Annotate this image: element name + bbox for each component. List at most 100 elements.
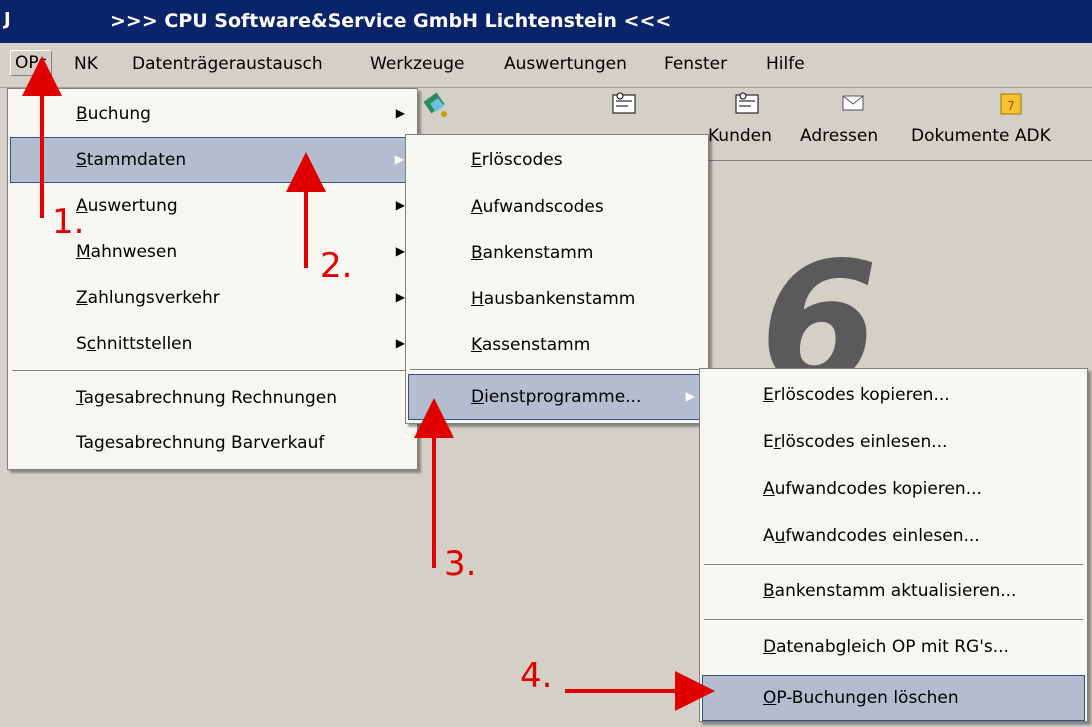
- menu-item-buchung[interactable]: Buchung ▶: [10, 92, 415, 136]
- menu-item-label: tammdaten: [86, 150, 187, 170]
- submenu-arrow-icon: ▶: [395, 244, 405, 258]
- annotation-step1: 1.: [52, 202, 85, 242]
- menu-auswertungen[interactable]: Auswertungen: [504, 54, 627, 74]
- app-icon: J: [4, 9, 11, 30]
- submenu-arrow-icon: ▶: [395, 290, 405, 304]
- svg-text:7: 7: [1007, 99, 1015, 113]
- title-bar: J >>> CPU Software&Service GmbH Lichtens…: [0, 0, 1092, 43]
- menu-item-label: A: [763, 526, 775, 546]
- accel-key: O: [763, 688, 777, 708]
- submenu-arrow-icon: ▶: [685, 389, 695, 403]
- envelope-icon: [800, 90, 878, 124]
- menu-fenster[interactable]: Fenster: [664, 54, 727, 74]
- menu-item-erloescodes[interactable]: Erlöscodes: [408, 138, 706, 182]
- menu-nk[interactable]: NK: [74, 54, 98, 74]
- menu-item-label: ufwandscodes: [482, 197, 604, 217]
- menu-separator: [410, 369, 704, 371]
- menu-item-label: ankenstamm aktualisieren...: [774, 581, 1017, 601]
- card-file-icon: [708, 90, 772, 124]
- menu-item-label: ankenstamm: [482, 243, 594, 263]
- menu-item-label: esabrechnung Barverkauf: [104, 433, 325, 453]
- menu-item-stammdaten[interactable]: Stammdaten ▶: [10, 137, 415, 183]
- window-title: >>> CPU Software&Service GmbH Lichtenste…: [110, 10, 672, 32]
- menu-item-aufwandcodes-einlesen[interactable]: Aufwandcodes einlesen...: [702, 514, 1085, 558]
- accel-key: u: [774, 526, 786, 546]
- menu-item-label: ahlungsverkehr: [87, 288, 220, 308]
- menu-item-label: rlöscodes kopieren...: [773, 385, 950, 405]
- stammdaten-submenu: Erlöscodes Aufwandscodes Bankenstamm Hau…: [405, 134, 709, 424]
- menu-item-label: ausbankenstamm: [483, 289, 636, 309]
- accel-key: E: [471, 150, 482, 170]
- accel-key: B: [471, 243, 483, 263]
- menu-item-label: S: [76, 334, 87, 354]
- accel-key: Z: [76, 288, 88, 308]
- menu-werkzeuge[interactable]: Werkzeuge: [370, 54, 465, 74]
- menu-item-bankenstamm[interactable]: Bankenstamm: [408, 231, 706, 275]
- menu-item-datenabgleich[interactable]: Datenabgleich OP mit RG's...: [702, 625, 1085, 669]
- accel-key: A: [471, 197, 483, 217]
- toolbar-button-puzzle[interactable]: [422, 90, 452, 126]
- notepad-icon: 7: [911, 90, 1051, 124]
- menu-item-erloescodes-einlesen[interactable]: Erlöscodes einlesen...: [702, 420, 1085, 464]
- accel-key: S: [76, 150, 87, 170]
- menu-item-hausbankenstamm[interactable]: Hausbankenstamm: [408, 277, 706, 321]
- menu-item-schnittstellen[interactable]: Schnittstellen ▶: [10, 322, 415, 366]
- toolbar-button-cards[interactable]: [610, 90, 640, 126]
- accel-key: M: [76, 242, 91, 262]
- menu-item-label: Ta: [76, 433, 94, 453]
- submenu-arrow-icon: ▶: [395, 198, 405, 212]
- accel-key: g: [94, 433, 105, 453]
- annotation-step3: 3.: [444, 544, 477, 584]
- menu-separator: [704, 619, 1083, 621]
- menu-item-kassenstamm[interactable]: Kassenstamm: [408, 323, 706, 367]
- menu-item-label: ienstprogramme...: [484, 387, 642, 407]
- menu-bar: OPs NK Datenträgeraustausch Werkzeuge Au…: [0, 43, 1092, 88]
- menu-item-op-buchungen-loeschen[interactable]: OP-Buchungen löschen: [702, 675, 1085, 721]
- menu-item-label: uchung: [87, 104, 151, 124]
- toolbar-button-label: Dokumente ADK: [911, 126, 1051, 146]
- toolbar-button-dokumente-adk[interactable]: 7 Dokumente ADK: [911, 90, 1051, 146]
- accel-key: H: [471, 289, 484, 309]
- menu-item-aufwandcodes-kopieren[interactable]: Aufwandcodes kopieren...: [702, 467, 1085, 511]
- menu-item-label: hnittstellen: [96, 334, 193, 354]
- menu-item-label: P-Buchungen löschen: [776, 688, 959, 708]
- annotation-step2: 2.: [320, 246, 353, 286]
- menu-item-tagesabrechnung-barverkauf[interactable]: Tagesabrechnung Barverkauf: [10, 421, 415, 465]
- menu-item-label: atenabgleich OP mit RG's...: [776, 637, 1009, 657]
- menu-item-label: löscodes einlesen...: [780, 432, 948, 452]
- menu-hilfe[interactable]: Hilfe: [766, 54, 805, 74]
- submenu-arrow-icon: ▶: [395, 336, 405, 350]
- menu-ops[interactable]: OPs: [10, 50, 53, 76]
- accel-key: K: [471, 335, 482, 355]
- puzzle-icon: [422, 90, 452, 124]
- accel-key: T: [76, 388, 84, 408]
- accel-key: A: [763, 479, 775, 499]
- menu-item-erloescodes-kopieren[interactable]: Erlöscodes kopieren...: [702, 373, 1085, 417]
- menu-item-label: ahnwesen: [90, 242, 178, 262]
- ops-dropdown-menu: Buchung ▶ Stammdaten ▶ Auswertung ▶ Mahn…: [7, 88, 418, 470]
- accel-key: E: [763, 385, 774, 405]
- menu-item-aufwandscodes[interactable]: Aufwandscodes: [408, 185, 706, 229]
- menu-datentraegeraustausch[interactable]: Datenträgeraustausch: [132, 54, 323, 74]
- card-file-icon: [610, 90, 640, 124]
- submenu-arrow-icon: ▶: [395, 106, 405, 120]
- menu-item-label: fwandcodes einlesen...: [785, 526, 980, 546]
- toolbar-button-label: Kunden: [708, 126, 772, 146]
- toolbar-button-adressen[interactable]: Adressen: [800, 90, 878, 146]
- menu-item-label: rlöscodes: [481, 150, 563, 170]
- submenu-arrow-icon: ▶: [394, 152, 404, 166]
- accel-key: c: [86, 334, 97, 354]
- accel-key: D: [763, 637, 777, 657]
- annotation-step4: 4.: [520, 656, 553, 696]
- toolbar-button-label: Adressen: [800, 126, 879, 146]
- menu-item-zahlungsverkehr[interactable]: Zahlungsverkehr ▶: [10, 276, 415, 320]
- toolbar-button-kunden[interactable]: Kunden: [708, 90, 772, 146]
- menu-item-dienstprogramme[interactable]: Dienstprogramme... ▶: [408, 374, 706, 420]
- menu-item-bankenstamm-aktualisieren[interactable]: Bankenstamm aktualisieren...: [702, 569, 1085, 613]
- menu-item-label: agesabrechnung Rechnungen: [83, 388, 338, 408]
- menu-item-label: E: [763, 432, 774, 452]
- menu-item-label: assenstamm: [481, 335, 591, 355]
- menu-item-label: uswertung: [87, 196, 178, 216]
- menu-item-tagesabrechnung-rechnungen[interactable]: Tagesabrechnung Rechnungen: [10, 376, 415, 420]
- accel-key: D: [471, 387, 485, 407]
